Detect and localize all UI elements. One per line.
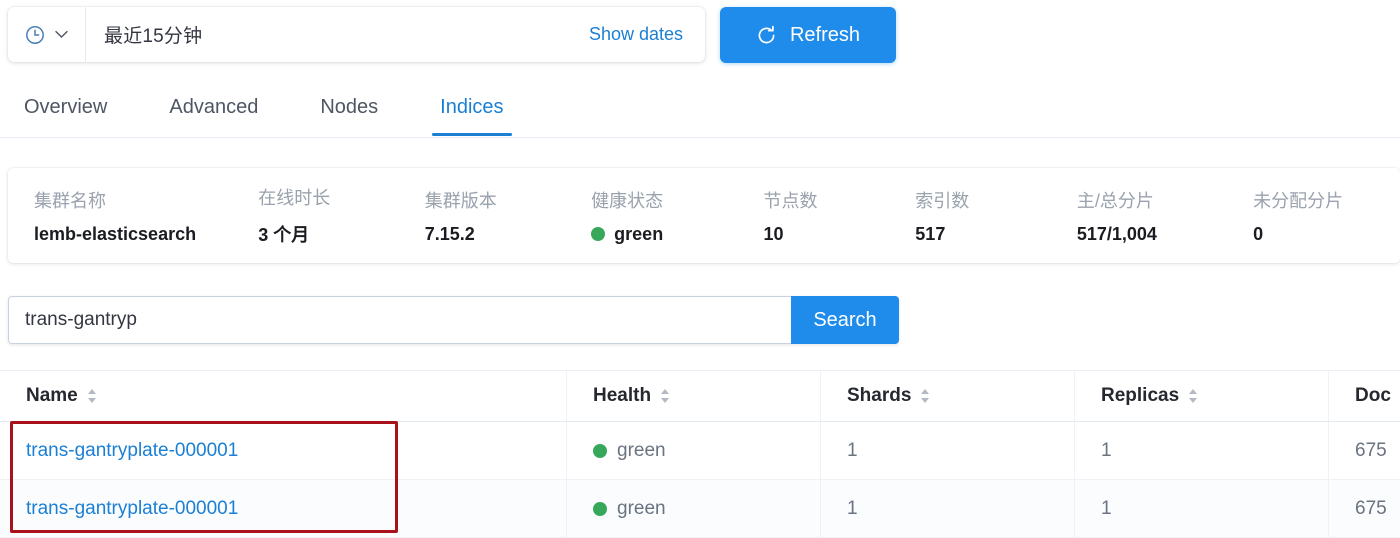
cell-health: green: [566, 480, 820, 537]
quick-select-button[interactable]: [8, 7, 86, 62]
sort-icon[interactable]: [87, 388, 97, 404]
stat-value-health: green: [591, 224, 763, 245]
health-status: green: [593, 498, 666, 520]
index-name-link[interactable]: trans-gantryplate-000001: [26, 440, 238, 462]
date-picker[interactable]: 最近15分钟 Show dates: [8, 7, 705, 62]
indices-table: Name Health Shards Replicas Doc trans-ga…: [0, 370, 1400, 538]
stat-version: 集群版本 7.15.2: [425, 187, 591, 245]
stat-index-count: 索引数 517: [915, 187, 1077, 245]
tab-bar: Overview Advanced Nodes Indices: [0, 78, 1400, 138]
column-header-docs[interactable]: Doc: [1328, 371, 1400, 421]
stat-value: lemb-elasticsearch: [34, 223, 197, 244]
tab-nodes-label: Nodes: [320, 95, 379, 118]
stat-primary-total-shards: 主/总分片 517/1,004: [1077, 187, 1253, 245]
cluster-summary-panel: 集群名称 lemb-elasticsearch 在线时长 3 个月 集群版本 7…: [8, 168, 1400, 263]
stat-value: 10: [763, 223, 784, 244]
index-name-link[interactable]: trans-gantryplate-000001: [26, 498, 238, 520]
top-toolbar: 最近15分钟 Show dates Refresh: [0, 0, 1400, 72]
stat-cluster-name: 集群名称 lemb-elasticsearch: [8, 187, 258, 245]
cell-docs: 675: [1328, 480, 1400, 537]
cell-shards: 1: [820, 480, 1074, 537]
tab-indices[interactable]: Indices: [432, 78, 512, 136]
tab-nodes[interactable]: Nodes: [320, 78, 378, 136]
stat-value: 3 个月: [258, 225, 310, 245]
column-header-health-label: Health: [593, 385, 652, 406]
refresh-button[interactable]: Refresh: [720, 7, 896, 63]
stat-label: 节点数: [763, 190, 818, 211]
refresh-icon: [756, 25, 777, 46]
health-text: green: [617, 497, 666, 519]
tab-overview-label: Overview: [24, 95, 108, 118]
cell-shards: 1: [820, 422, 1074, 479]
date-range-value[interactable]: 最近15分钟: [86, 7, 589, 62]
tab-advanced[interactable]: Advanced: [169, 78, 258, 136]
cell-replicas: 1: [1074, 422, 1328, 479]
stat-uptime: 在线时长 3 个月: [258, 184, 424, 247]
stat-value: 517/1,004: [1076, 223, 1157, 244]
clock-icon: [25, 25, 45, 45]
search-bar: Search: [8, 296, 899, 344]
column-header-health[interactable]: Health: [566, 371, 820, 421]
health-text: green: [617, 439, 666, 461]
sort-icon[interactable]: [660, 388, 670, 404]
tab-overview[interactable]: Overview: [24, 78, 107, 136]
health-text: green: [614, 223, 664, 244]
column-header-name-label: Name: [26, 385, 78, 406]
search-input[interactable]: [8, 296, 791, 344]
health-dot-icon: [591, 227, 606, 241]
health-dot-icon: [593, 501, 607, 516]
stat-node-count: 节点数 10: [764, 187, 916, 245]
sort-icon[interactable]: [920, 388, 930, 404]
stat-value: 0: [1253, 223, 1264, 244]
column-header-replicas[interactable]: Replicas: [1074, 371, 1328, 421]
cell-name: trans-gantryplate-000001: [0, 480, 566, 537]
column-header-name[interactable]: Name: [0, 371, 566, 421]
stat-label: 集群版本: [424, 190, 497, 211]
stat-label: 未分配分片: [1253, 190, 1344, 211]
cell-name: trans-gantryplate-000001: [0, 422, 566, 479]
stat-value: 517: [915, 223, 946, 244]
stat-health: 健康状态 green: [591, 187, 763, 245]
column-header-shards-label: Shards: [847, 385, 912, 406]
table-row[interactable]: trans-gantryplate-000001 green 1 1 675: [0, 422, 1400, 480]
search-button[interactable]: Search: [791, 296, 899, 344]
stat-label: 集群名称: [34, 190, 106, 211]
stat-value: 7.15.2: [424, 223, 475, 244]
chevron-down-icon: [55, 30, 68, 39]
health-status: green: [593, 440, 666, 462]
stat-label: 索引数: [915, 190, 970, 211]
sort-icon[interactable]: [1188, 388, 1198, 404]
stat-label: 主/总分片: [1076, 190, 1154, 211]
stat-label: 健康状态: [591, 190, 664, 211]
cell-health: green: [566, 422, 820, 479]
stat-unassigned-shards: 未分配分片 0: [1253, 187, 1400, 245]
cell-docs: 675: [1328, 422, 1400, 479]
tab-indices-label: Indices: [440, 95, 504, 118]
stat-label: 在线时长: [258, 188, 331, 208]
show-dates-link[interactable]: Show dates: [589, 24, 705, 45]
tab-advanced-label: Advanced: [169, 95, 259, 118]
column-header-shards[interactable]: Shards: [820, 371, 1074, 421]
table-row[interactable]: trans-gantryplate-000001 green 1 1 675: [0, 480, 1400, 538]
column-header-docs-label: Doc: [1355, 385, 1391, 406]
column-header-replicas-label: Replicas: [1101, 385, 1180, 406]
refresh-label: Refresh: [789, 23, 861, 46]
cell-replicas: 1: [1074, 480, 1328, 537]
health-dot-icon: [593, 443, 607, 458]
table-header-row: Name Health Shards Replicas Doc: [0, 370, 1400, 422]
